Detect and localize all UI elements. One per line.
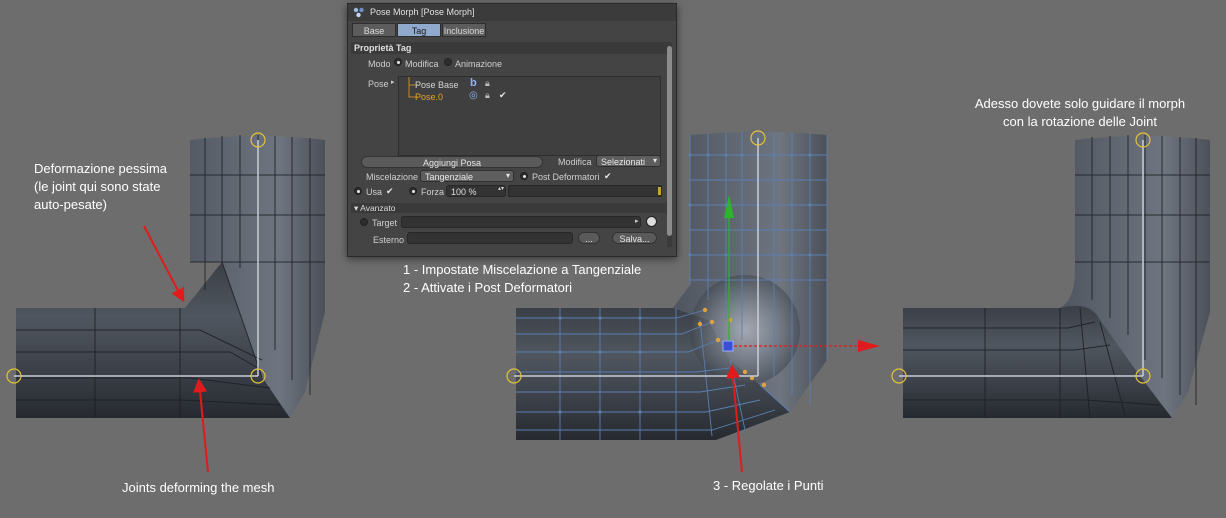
annotation-result: Adesso dovete solo guidare il morph con … [945, 95, 1215, 131]
panel-title: Pose Morph [Pose Morph] [370, 7, 475, 17]
strength-slider[interactable] [508, 185, 662, 197]
stepper-icon[interactable]: ▴▾ [498, 185, 504, 192]
annotation-line: con la rotazione delle Joint [1003, 114, 1157, 129]
annotation-joints-deforming: Joints deforming the mesh [122, 480, 275, 495]
use-checkbox[interactable]: ✔ [386, 186, 396, 196]
panel-tabs: Base Tag Inclusione [352, 23, 486, 37]
pose-item-label: Pose.0 [415, 92, 444, 102]
target-field[interactable] [401, 216, 641, 228]
use-label: Usa [366, 187, 383, 197]
annotation-step-2: 2 - Attivate i Post Deformatori [403, 280, 573, 295]
use-radio[interactable] [354, 187, 362, 195]
advanced-label: Avanzato [360, 203, 396, 213]
target-radio[interactable] [360, 218, 368, 226]
tab-inclusione[interactable]: Inclusione [442, 23, 486, 37]
post-deformers-radio[interactable] [520, 172, 528, 180]
scrollbar-thumb[interactable] [667, 46, 672, 236]
pose-morph-tag-icon [353, 7, 364, 18]
annotation-line: (le joint qui sono state [34, 179, 161, 194]
pose-item-base[interactable]: Pose Base [415, 80, 459, 90]
target-menu-icon[interactable]: ▸ [635, 217, 639, 225]
checkmark-icon[interactable]: ✔ [499, 90, 507, 101]
annotation-step-3: 3 - Regolate i Punti [713, 478, 824, 493]
save-button[interactable]: Salva... [612, 232, 657, 244]
mode-label: Modo [368, 59, 391, 69]
annotation-step-1: 1 - Impostate Miscelazione a Tangenziale [403, 262, 642, 277]
pose-item-0[interactable]: Pose.0 [415, 92, 443, 102]
pose-morph-panel: Pose Morph [Pose Morph] Base Tag Inclusi… [347, 3, 677, 257]
pose-target-icon[interactable]: ◎ [469, 90, 478, 101]
pose-expand-icon[interactable]: ▸ [391, 78, 395, 86]
add-pose-button[interactable]: Aggiungi Posa [361, 156, 543, 168]
annotation-line: Adesso dovete solo guidare il morph [974, 96, 1186, 111]
annotation-line: Deformazione pessima [34, 161, 167, 176]
mode-edit-label[interactable]: Modifica [405, 59, 439, 69]
pose-label: Pose [368, 79, 389, 89]
panel-title-bar: Pose Morph [Pose Morph] [348, 4, 676, 21]
modify-label: Modifica [558, 157, 592, 167]
blend-dropdown[interactable]: Tangenziale [420, 170, 514, 182]
axis-x-arrow-icon[interactable] [858, 340, 880, 352]
pose-list[interactable]: Pose Base b 🔒︎ Pose.0 ◎ 🔒︎ ✔ [398, 76, 661, 156]
panel-scrollbar[interactable] [667, 42, 672, 247]
external-field[interactable] [407, 232, 573, 244]
target-picker-icon[interactable] [646, 216, 657, 227]
modify-dropdown[interactable]: Selezionati [596, 155, 661, 167]
browse-button[interactable]: ... [578, 232, 600, 244]
post-deformers-label: Post Deformatori [532, 172, 600, 182]
annotation-line: auto-pesate) [34, 197, 107, 212]
post-deformers-checkbox[interactable]: ✔ [604, 171, 614, 181]
strength-label: Forza [421, 187, 445, 197]
lock-icon[interactable]: 🔒︎ [485, 90, 490, 101]
section-tag-properties: Proprietà Tag [351, 42, 667, 54]
strength-field[interactable]: 100 % [446, 185, 506, 197]
arrow-to-bad-deformation [143, 225, 185, 303]
pose-item-label: Pose Base [415, 80, 459, 90]
section-advanced[interactable]: ▾ Avanzato [351, 203, 667, 213]
move-handle-icon[interactable] [722, 340, 734, 352]
external-label: Esterno [373, 235, 405, 245]
mesh-good-result [891, 132, 1210, 419]
tab-tag[interactable]: Tag [397, 23, 441, 37]
annotation-bad-deformation: Deformazione pessima (le joint qui sono … [34, 160, 167, 214]
pose-base-icon: b [470, 77, 477, 89]
annotation-steps: 1 - Impostate Miscelazione a Tangenziale… [403, 261, 641, 297]
lock-icon[interactable]: 🔒︎ [485, 78, 490, 89]
tab-base[interactable]: Base [352, 23, 396, 37]
mode-animation-label[interactable]: Animazione [455, 59, 502, 69]
strength-slider-fill [658, 187, 661, 195]
mode-animation-radio[interactable] [444, 58, 452, 66]
strength-radio[interactable] [409, 187, 417, 195]
blend-label: Miscelazione [366, 172, 419, 182]
target-label: Target [372, 218, 398, 228]
mode-edit-radio[interactable] [394, 58, 402, 66]
